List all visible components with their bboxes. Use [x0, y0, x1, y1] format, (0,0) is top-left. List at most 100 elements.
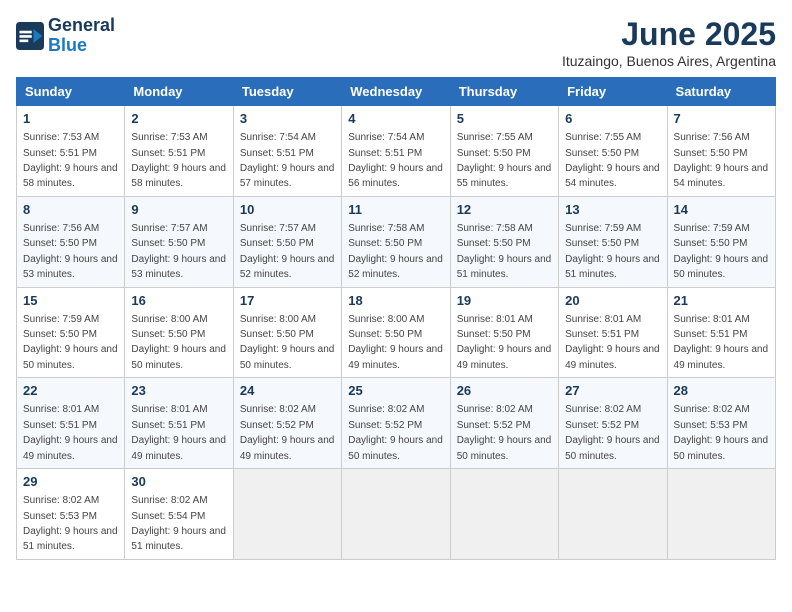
calendar-cell: 30 Sunrise: 8:02 AMSunset: 5:54 PMDayligh…	[125, 469, 233, 560]
day-number: 28	[674, 382, 769, 400]
day-number: 2	[131, 110, 226, 128]
day-number: 11	[348, 201, 443, 219]
calendar-cell: 26Sunrise: 8:02 AMSunset: 5:52 PMDayligh…	[450, 378, 558, 469]
day-info: Sunrise: 7:53 AMSunset: 5:51 PMDaylight:…	[131, 132, 226, 189]
day-info: Sunrise: 7:57 AMSunset: 5:50 PMDaylight:…	[131, 223, 226, 280]
calendar-cell: 24 Sunrise: 8:02 AMSunset: 5:52 PMDayligh…	[233, 378, 341, 469]
day-number: 25	[348, 382, 443, 400]
calendar-cell: 3 Sunrise: 7:54 AMSunset: 5:51 PMDaylight…	[233, 106, 341, 197]
calendar-week-row: 29Sunrise: 8:02 AMSunset: 5:53 PMDayligh…	[17, 469, 776, 560]
day-info: Sunrise: 7:54 AMSunset: 5:51 PMDaylight:…	[348, 132, 443, 189]
page-header: General Blue June 2025 Ituzaingo, Buenos…	[16, 16, 776, 69]
day-info: Sunrise: 8:01 AMSunset: 5:51 PMDaylight:…	[131, 404, 226, 461]
calendar-cell: 14Sunrise: 7:59 AMSunset: 5:50 PMDayligh…	[667, 196, 775, 287]
day-number: 13	[565, 201, 660, 219]
title-area: June 2025 Ituzaingo, Buenos Aires, Argen…	[562, 16, 776, 69]
day-number: 17	[240, 292, 335, 310]
calendar-cell	[450, 469, 558, 560]
calendar-table: SundayMondayTuesdayWednesdayThursdayFrid…	[16, 77, 776, 560]
calendar-cell: 2 Sunrise: 7:53 AMSunset: 5:51 PMDaylight…	[125, 106, 233, 197]
weekday-header-monday: Monday	[125, 78, 233, 106]
logo: General Blue	[16, 16, 115, 56]
day-number: 16	[131, 292, 226, 310]
calendar-cell: 9 Sunrise: 7:57 AMSunset: 5:50 PMDaylight…	[125, 196, 233, 287]
logo-icon	[16, 22, 44, 50]
weekday-header-tuesday: Tuesday	[233, 78, 341, 106]
day-info: Sunrise: 7:57 AMSunset: 5:50 PMDaylight:…	[240, 223, 335, 280]
day-info: Sunrise: 8:01 AMSunset: 5:51 PMDaylight:…	[565, 314, 660, 371]
calendar-cell: 23 Sunrise: 8:01 AMSunset: 5:51 PMDayligh…	[125, 378, 233, 469]
calendar-cell: 4Sunrise: 7:54 AMSunset: 5:51 PMDaylight…	[342, 106, 450, 197]
calendar-cell: 20Sunrise: 8:01 AMSunset: 5:51 PMDayligh…	[559, 287, 667, 378]
day-info: Sunrise: 7:59 AMSunset: 5:50 PMDaylight:…	[674, 223, 769, 280]
day-number: 1	[23, 110, 118, 128]
calendar-cell: 10 Sunrise: 7:57 AMSunset: 5:50 PMDayligh…	[233, 196, 341, 287]
calendar-cell: 21 Sunrise: 8:01 AMSunset: 5:51 PMDayligh…	[667, 287, 775, 378]
day-number: 19	[457, 292, 552, 310]
day-info: Sunrise: 7:58 AMSunset: 5:50 PMDaylight:…	[457, 223, 552, 280]
calendar-cell: 11 Sunrise: 7:58 AMSunset: 5:50 PMDayligh…	[342, 196, 450, 287]
calendar-week-row: 1 Sunrise: 7:53 AMSunset: 5:51 PMDaylight…	[17, 106, 776, 197]
calendar-cell	[342, 469, 450, 560]
day-number: 22	[23, 382, 118, 400]
weekday-header-sunday: Sunday	[17, 78, 125, 106]
calendar-cell: 6 Sunrise: 7:55 AMSunset: 5:50 PMDaylight…	[559, 106, 667, 197]
day-number: 26	[457, 382, 552, 400]
calendar-cell	[667, 469, 775, 560]
day-number: 5	[457, 110, 552, 128]
day-number: 10	[240, 201, 335, 219]
day-info: Sunrise: 7:56 AMSunset: 5:50 PMDaylight:…	[23, 223, 118, 280]
day-number: 9	[131, 201, 226, 219]
day-number: 8	[23, 201, 118, 219]
day-info: Sunrise: 8:02 AMSunset: 5:54 PMDaylight:…	[131, 495, 226, 552]
calendar-cell: 22Sunrise: 8:01 AMSunset: 5:51 PMDayligh…	[17, 378, 125, 469]
calendar-cell: 28 Sunrise: 8:02 AMSunset: 5:53 PMDayligh…	[667, 378, 775, 469]
location-title: Ituzaingo, Buenos Aires, Argentina	[562, 53, 776, 69]
day-info: Sunrise: 8:02 AMSunset: 5:53 PMDaylight:…	[674, 404, 769, 461]
weekday-header-thursday: Thursday	[450, 78, 558, 106]
day-number: 21	[674, 292, 769, 310]
calendar-cell: 18 Sunrise: 8:00 AMSunset: 5:50 PMDayligh…	[342, 287, 450, 378]
day-number: 27	[565, 382, 660, 400]
day-number: 3	[240, 110, 335, 128]
day-info: Sunrise: 8:02 AMSunset: 5:53 PMDaylight:…	[23, 495, 118, 552]
calendar-cell: 16 Sunrise: 8:00 AMSunset: 5:50 PMDayligh…	[125, 287, 233, 378]
day-info: Sunrise: 7:55 AMSunset: 5:50 PMDaylight:…	[565, 132, 660, 189]
day-info: Sunrise: 8:01 AMSunset: 5:51 PMDaylight:…	[674, 314, 769, 371]
calendar-cell	[233, 469, 341, 560]
day-info: Sunrise: 7:59 AMSunset: 5:50 PMDaylight:…	[565, 223, 660, 280]
day-number: 30	[131, 473, 226, 491]
day-info: Sunrise: 7:58 AMSunset: 5:50 PMDaylight:…	[348, 223, 443, 280]
day-info: Sunrise: 7:53 AMSunset: 5:51 PMDaylight:…	[23, 132, 118, 189]
day-info: Sunrise: 7:54 AMSunset: 5:51 PMDaylight:…	[240, 132, 335, 189]
day-number: 12	[457, 201, 552, 219]
day-info: Sunrise: 8:00 AMSunset: 5:50 PMDaylight:…	[240, 314, 335, 371]
day-number: 6	[565, 110, 660, 128]
calendar-cell	[559, 469, 667, 560]
month-title: June 2025	[562, 16, 776, 53]
day-info: Sunrise: 8:01 AMSunset: 5:50 PMDaylight:…	[457, 314, 552, 371]
day-info: Sunrise: 8:00 AMSunset: 5:50 PMDaylight:…	[131, 314, 226, 371]
calendar-cell: 27 Sunrise: 8:02 AMSunset: 5:52 PMDayligh…	[559, 378, 667, 469]
day-info: Sunrise: 8:00 AMSunset: 5:50 PMDaylight:…	[348, 314, 443, 371]
day-info: Sunrise: 8:02 AMSunset: 5:52 PMDaylight:…	[565, 404, 660, 461]
calendar-cell: 7Sunrise: 7:56 AMSunset: 5:50 PMDaylight…	[667, 106, 775, 197]
calendar-cell: 5 Sunrise: 7:55 AMSunset: 5:50 PMDaylight…	[450, 106, 558, 197]
day-number: 18	[348, 292, 443, 310]
day-info: Sunrise: 7:56 AMSunset: 5:50 PMDaylight:…	[674, 132, 769, 189]
logo-text: General Blue	[48, 16, 115, 56]
weekday-header-friday: Friday	[559, 78, 667, 106]
calendar-cell: 25 Sunrise: 8:02 AMSunset: 5:52 PMDayligh…	[342, 378, 450, 469]
day-info: Sunrise: 7:55 AMSunset: 5:50 PMDaylight:…	[457, 132, 552, 189]
weekday-header-row: SundayMondayTuesdayWednesdayThursdayFrid…	[17, 78, 776, 106]
weekday-header-saturday: Saturday	[667, 78, 775, 106]
day-number: 23	[131, 382, 226, 400]
day-info: Sunrise: 8:02 AMSunset: 5:52 PMDaylight:…	[348, 404, 443, 461]
calendar-cell: 12 Sunrise: 7:58 AMSunset: 5:50 PMDayligh…	[450, 196, 558, 287]
calendar-cell: 1 Sunrise: 7:53 AMSunset: 5:51 PMDaylight…	[17, 106, 125, 197]
calendar-cell: 17 Sunrise: 8:00 AMSunset: 5:50 PMDayligh…	[233, 287, 341, 378]
calendar-week-row: 15Sunrise: 7:59 AMSunset: 5:50 PMDayligh…	[17, 287, 776, 378]
day-number: 24	[240, 382, 335, 400]
day-number: 15	[23, 292, 118, 310]
day-info: Sunrise: 8:02 AMSunset: 5:52 PMDaylight:…	[240, 404, 335, 461]
